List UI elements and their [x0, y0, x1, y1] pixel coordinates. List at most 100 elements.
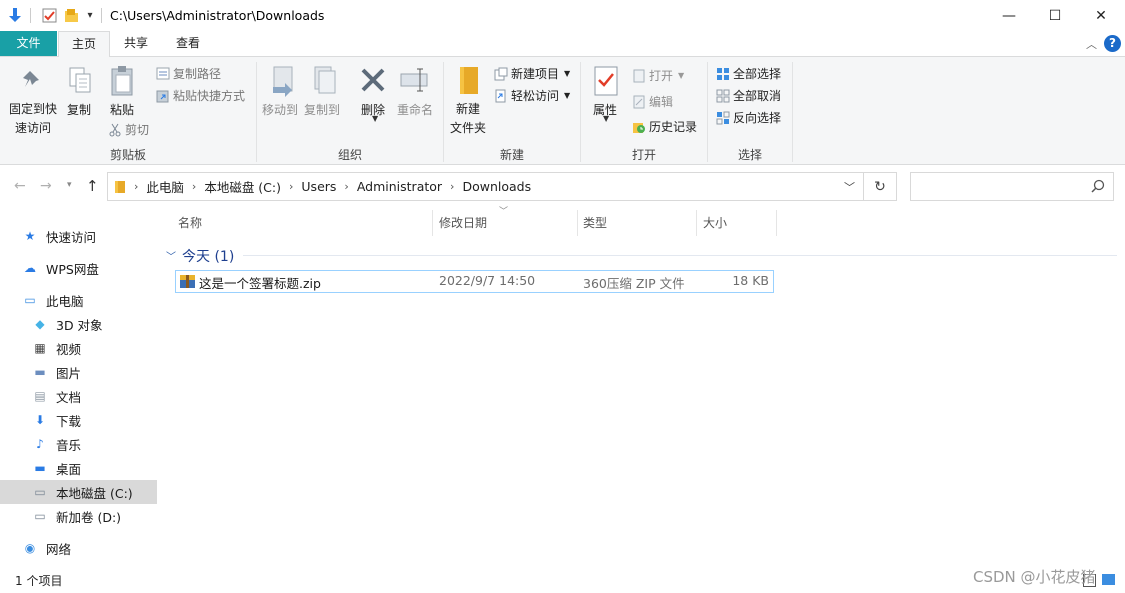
- video-icon: ▦: [34, 341, 46, 355]
- copy-path-button[interactable]: 复制路径: [156, 65, 221, 82]
- paste-icon: [110, 65, 136, 100]
- divider: [101, 8, 102, 23]
- new-folder-quick-icon[interactable]: [62, 6, 80, 24]
- sidebar-item-label: 本地磁盘 (C:): [56, 485, 133, 501]
- table-row[interactable]: 这是一个签署标题.zip 2022/9/7 14:50 360压缩 ZIP 文件…: [175, 270, 774, 293]
- scissors-icon: [109, 123, 121, 136]
- sidebar-item-5[interactable]: ▦ 视频: [0, 336, 157, 360]
- breadcrumb-drive-c[interactable]: 本地磁盘 (C:): [204, 177, 281, 196]
- history-button[interactable]: 历史记录: [632, 118, 697, 135]
- breadcrumb-this-pc[interactable]: 此电脑: [146, 177, 184, 196]
- edit-button[interactable]: 编辑: [632, 93, 673, 110]
- status-item-count: 1 个项目: [15, 574, 63, 588]
- new-folder-label-2: 文件夹: [450, 121, 487, 135]
- invert-selection-button[interactable]: 反向选择: [716, 109, 781, 126]
- tab-home[interactable]: 主页: [58, 31, 110, 58]
- quick-access-down-arrow-icon[interactable]: [6, 6, 24, 24]
- pin-label-1: 固定到快: [8, 102, 57, 116]
- move-to-button[interactable]: 移动到: [262, 101, 298, 118]
- collapse-ribbon-icon[interactable]: ︿: [1086, 36, 1097, 52]
- tab-file[interactable]: 文件: [0, 31, 57, 56]
- file-name: 这是一个签署标题.zip: [199, 276, 321, 291]
- sidebar-item-9[interactable]: ♪ 音乐: [0, 432, 157, 456]
- sidebar-item-6[interactable]: ▬ 图片: [0, 360, 157, 384]
- select-none-button[interactable]: 全部取消: [716, 87, 781, 104]
- refresh-button[interactable]: ↻: [864, 172, 897, 201]
- group-collapse-chevron-icon[interactable]: ﹀: [166, 248, 176, 263]
- sidebar-item-11[interactable]: ▭ 本地磁盘 (C:): [0, 480, 157, 504]
- sidebar-item-label: 新加卷 (D:): [56, 509, 122, 525]
- minimize-button[interactable]: —: [986, 0, 1032, 31]
- cloud-icon: ☁: [24, 261, 36, 275]
- column-divider[interactable]: [577, 210, 578, 236]
- column-header-modified[interactable]: 修改日期: [439, 210, 487, 234]
- recent-locations-chevron-icon[interactable]: ▾: [67, 180, 72, 190]
- column-header-size[interactable]: 大小: [703, 210, 727, 234]
- sidebar-item-7[interactable]: ▤ 文档: [0, 384, 157, 408]
- column-divider[interactable]: [776, 210, 777, 236]
- delete-dropdown-icon[interactable]: ▼: [372, 114, 378, 123]
- pin-to-quick-access-button[interactable]: 固定到快 速访问: [8, 100, 58, 136]
- back-arrow-icon[interactable]: ←: [14, 178, 26, 194]
- sidebar-item-1[interactable]: ★ 快速访问: [0, 224, 157, 248]
- help-icon[interactable]: ?: [1104, 35, 1121, 52]
- sidebar-item-4[interactable]: ◆ 3D 对象: [0, 312, 157, 336]
- address-dropdown-chevron-icon[interactable]: ﹀: [844, 179, 855, 195]
- breadcrumb-users[interactable]: Users: [301, 179, 336, 194]
- sidebar-item-3[interactable]: ▭ 此电脑: [0, 288, 157, 312]
- sidebar-item-10[interactable]: ▬ 桌面: [0, 456, 157, 480]
- move-to-icon: [271, 65, 297, 100]
- column-divider[interactable]: [432, 210, 433, 236]
- breadcrumb-downloads[interactable]: Downloads: [462, 179, 531, 194]
- breadcrumb-administrator[interactable]: Administrator: [357, 179, 442, 194]
- sidebar-item-8[interactable]: ⬇ 下载: [0, 408, 157, 432]
- cube-icon: ◆: [35, 317, 45, 331]
- rename-button[interactable]: 重命名: [397, 101, 433, 118]
- group-label-organize: 组织: [337, 148, 362, 162]
- copy-button[interactable]: 复制: [67, 101, 91, 118]
- file-type: 360压缩 ZIP 文件: [583, 276, 685, 291]
- sidebar-item-label: 桌面: [56, 461, 82, 477]
- paste-shortcut-button[interactable]: 粘贴快捷方式: [156, 87, 245, 104]
- sort-indicator-icon: ﹀: [499, 207, 509, 217]
- copy-path-label: 复制路径: [173, 67, 222, 81]
- select-all-button[interactable]: 全部选择: [716, 65, 781, 82]
- sidebar-item-label: 网络: [46, 541, 72, 557]
- sidebar-item-12[interactable]: ▭ 新加卷 (D:): [0, 504, 157, 528]
- paste-button[interactable]: 粘贴: [110, 101, 134, 118]
- cut-button[interactable]: 剪切: [108, 121, 149, 138]
- sidebar-item-2[interactable]: ☁ WPS网盘: [0, 256, 157, 280]
- tab-view[interactable]: 查看: [162, 31, 214, 56]
- column-header-name[interactable]: 名称: [178, 210, 202, 234]
- easy-access-button[interactable]: 轻松访问 ▼: [494, 87, 570, 104]
- tab-share[interactable]: 共享: [110, 31, 162, 56]
- edit-icon: [633, 95, 645, 108]
- sidebar-item-label: 视频: [56, 341, 82, 357]
- customize-dropdown-icon[interactable]: ▾: [84, 6, 96, 24]
- drive-icon: ▭: [34, 485, 46, 499]
- search-input[interactable]: [910, 172, 1114, 201]
- properties-dropdown-icon[interactable]: ▼: [603, 114, 609, 123]
- group-header-today[interactable]: 今天 (1): [182, 246, 234, 266]
- large-icons-view-icon[interactable]: [1102, 574, 1115, 585]
- forward-arrow-icon[interactable]: →: [40, 178, 52, 194]
- group-separator: [792, 62, 793, 162]
- divider: [30, 8, 31, 23]
- sidebar-item-13[interactable]: ◉ 网络: [0, 536, 157, 560]
- address-bar[interactable]: › 此电脑 › 本地磁盘 (C:) › Users › Administrato…: [107, 172, 864, 201]
- new-folder-button[interactable]: 新建 文件夹: [450, 100, 486, 136]
- open-button[interactable]: 打开 ▼: [632, 67, 684, 84]
- up-arrow-icon[interactable]: ↑: [86, 177, 99, 195]
- properties-check-icon[interactable]: [40, 6, 58, 24]
- maximize-button[interactable]: ☐: [1032, 0, 1078, 31]
- new-item-button[interactable]: 新建项目 ▼: [494, 65, 570, 82]
- copy-to-button[interactable]: 复制到: [304, 101, 340, 118]
- history-icon: [633, 122, 645, 133]
- close-button[interactable]: ✕: [1078, 0, 1124, 31]
- column-divider[interactable]: [696, 210, 697, 236]
- column-header-type[interactable]: 类型: [583, 210, 607, 234]
- properties-icon: [594, 66, 618, 99]
- new-item-label: 新建项目: [511, 67, 560, 81]
- computer-icon: ▭: [24, 293, 36, 307]
- copy-path-icon: [156, 67, 170, 80]
